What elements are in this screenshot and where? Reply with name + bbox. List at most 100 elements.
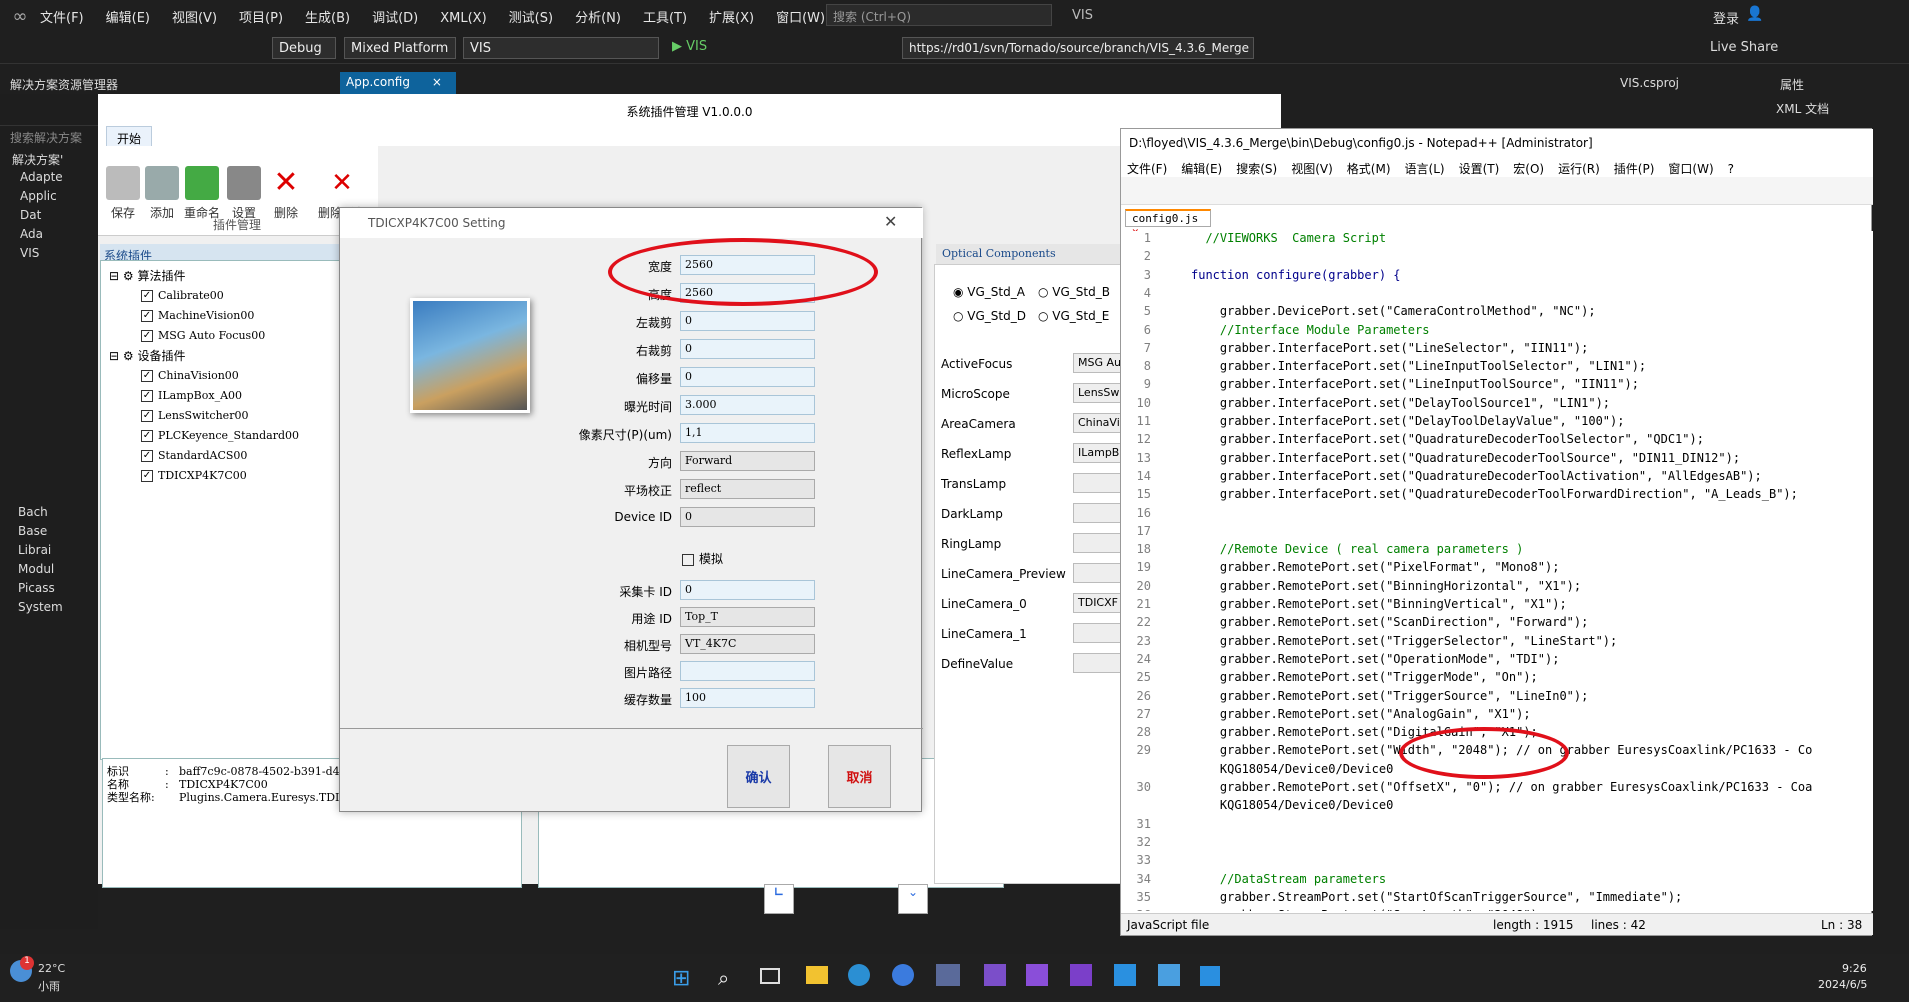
task-view-icon[interactable] [760,968,780,984]
vs-menu-item[interactable]: 工具(T) [643,11,687,26]
radio-vg-a[interactable]: ◉ VG_Std_A [953,285,1025,299]
login-link[interactable]: 登录 [1713,8,1739,27]
plugin-checkbox[interactable]: ✓ [141,330,153,342]
device-plugin-item[interactable]: ✓ TDICXP4K7C00 [141,469,247,482]
tab-appconfig[interactable]: App.config × [340,72,456,94]
plugin-checkbox[interactable]: ✓ [141,310,153,322]
npp-tab-config0[interactable]: config0.js ✕ [1125,209,1211,238]
solution-tree-item[interactable]: Librai [0,541,98,560]
visual-studio-2-icon[interactable] [1070,964,1092,986]
field-input-5[interactable]: 3.000 [680,395,815,415]
dialog-close-icon[interactable]: ✕ [884,212,897,231]
edge-icon[interactable] [848,964,870,986]
step-down-button[interactable]: ⌄ [898,884,928,914]
plugin-checkbox[interactable]: ✓ [141,430,153,442]
field2-input-2[interactable]: VT_4K7C [680,634,815,654]
plugin-checkbox[interactable]: ✓ [141,410,153,422]
notepad-icon[interactable] [1158,964,1180,986]
field2-input-3[interactable] [680,661,815,681]
tree-device-node[interactable]: ⊟ ⚙ 设备插件 [109,347,185,364]
delete-button[interactable]: ✕ 删除 [266,166,306,221]
start-icon[interactable]: ⊞ [672,966,690,991]
device-plugin-item[interactable]: ✓ ChinaVision00 [141,369,239,382]
npp-editor[interactable]: 1 //VIEWORKS Camera Script 2 3 function con… [1121,231,1873,911]
vs-search-input[interactable]: 搜索 (Ctrl+Q) [826,4,1052,26]
npp-menu-item[interactable]: 运行(R) [1558,162,1600,176]
field-input-8[interactable]: reflect [680,479,815,499]
tab-properties[interactable]: 属性 [1780,76,1804,93]
file-explorer-icon[interactable] [806,966,828,984]
npp-menu-item[interactable]: 视图(V) [1291,162,1333,176]
plugin-checkbox[interactable]: ✓ [141,450,153,462]
taskbar-search-icon[interactable]: ⌕ [718,966,729,990]
algo-plugin-item[interactable]: ✓ MachineVision00 [141,309,254,322]
solution-tree-item[interactable]: Base [0,522,98,541]
simulate-checkbox[interactable]: 模拟 [682,550,723,567]
device-plugin-item[interactable]: ✓ LensSwitcher00 [141,409,248,422]
npp-menu-item[interactable]: 格式(M) [1347,162,1391,176]
feishu-icon[interactable] [1200,966,1220,986]
algo-plugin-item[interactable]: ✓ MSG Auto Focus00 [141,329,265,342]
cancel-button[interactable]: 取消 [828,745,891,808]
live-share-button[interactable]: Live Share [1710,40,1778,55]
visual-studio-icon[interactable] [1026,964,1048,986]
settings-button[interactable]: 设置 [224,166,264,221]
algo-plugin-item[interactable]: ✓ Calibrate00 [141,289,224,302]
radio-vg-e[interactable]: ○ VG_Std_E [1038,309,1109,323]
app-icon[interactable] [936,964,960,986]
vs-menu-item[interactable]: 测试(S) [509,11,553,26]
solution-tree-item[interactable]: 解决方案' [0,149,98,168]
add-button[interactable]: 添加 [142,166,182,221]
browser-icon[interactable] [892,964,914,986]
solution-tree-item[interactable]: Dat [0,206,98,225]
vscode-icon[interactable] [1114,964,1136,986]
solution-tree-item[interactable]: VIS [0,244,98,263]
device-plugin-item[interactable]: ✓ ILampBox_A00 [141,389,242,402]
field-input-3[interactable]: 0 [680,339,815,359]
close-icon[interactable]: × [432,75,442,89]
vs-menu-item[interactable]: 分析(N) [575,11,621,26]
ok-button[interactable]: 确认 [727,745,790,808]
solution-tree-item[interactable]: Applic [0,187,98,206]
run-button[interactable]: ▶ VIS [672,39,707,54]
tab-csproj[interactable]: VIS.csproj [1620,76,1679,90]
field-input-4[interactable]: 0 [680,367,815,387]
field-input-7[interactable]: Forward [680,451,815,471]
plugin-checkbox[interactable]: ✓ [141,390,153,402]
device-plugin-item[interactable]: ✓ PLCKeyence_Standard00 [141,429,299,442]
field2-input-4[interactable]: 100 [680,688,815,708]
field-input-9[interactable]: 0 [680,507,815,527]
npp-menu-item[interactable]: 窗口(W) [1668,162,1713,176]
solution-tree-item[interactable]: Adapte [0,168,98,187]
config-combo[interactable]: Debug [272,37,336,59]
vs-menu-item[interactable]: 视图(V) [172,11,217,26]
project-combo[interactable]: VIS [463,37,659,59]
vs-menu-item[interactable]: 调试(D) [372,11,418,26]
save-button[interactable]: 保存 [103,166,143,221]
vs-menu-item[interactable]: 生成(B) [305,11,350,26]
npp-menu-item[interactable]: 插件(P) [1614,162,1655,176]
rename-button[interactable]: 重命名 [182,166,222,221]
vs-menu-item[interactable]: XML(X) [440,11,486,26]
solution-tree-item[interactable]: Ada [0,225,98,244]
field-input-2[interactable]: 0 [680,311,815,331]
npp-menu-item[interactable]: ? [1728,162,1734,176]
npp-menu-item[interactable]: 宏(O) [1513,162,1544,176]
step-left-button[interactable]: ∟ [764,884,794,914]
field2-input-1[interactable]: Top_T [680,607,815,627]
npp-menu-item[interactable]: 编辑(E) [1181,162,1222,176]
solution-tree-item[interactable]: Picass [0,579,98,598]
vs-menu-item[interactable]: 扩展(X) [709,11,754,26]
field2-input-0[interactable]: 0 [680,580,815,600]
radio-vg-b[interactable]: ○ VG_Std_B [1038,285,1110,299]
vs-menu-item[interactable]: 文件(F) [40,11,84,26]
solution-tree-item[interactable]: Bach [0,503,98,522]
terminal-icon[interactable] [984,964,1006,986]
plugin-checkbox[interactable]: ✓ [141,290,153,302]
radio-vg-d[interactable]: ○ VG_Std_D [953,309,1026,323]
url-combo[interactable]: https://rd01/svn/Tornado/source/branch/V… [902,37,1254,59]
vs-menu-item[interactable]: 编辑(E) [106,11,150,26]
plugin-checkbox[interactable]: ✓ [141,470,153,482]
npp-menu-item[interactable]: 语言(L) [1405,162,1445,176]
npp-menu-item[interactable]: 设置(T) [1459,162,1500,176]
